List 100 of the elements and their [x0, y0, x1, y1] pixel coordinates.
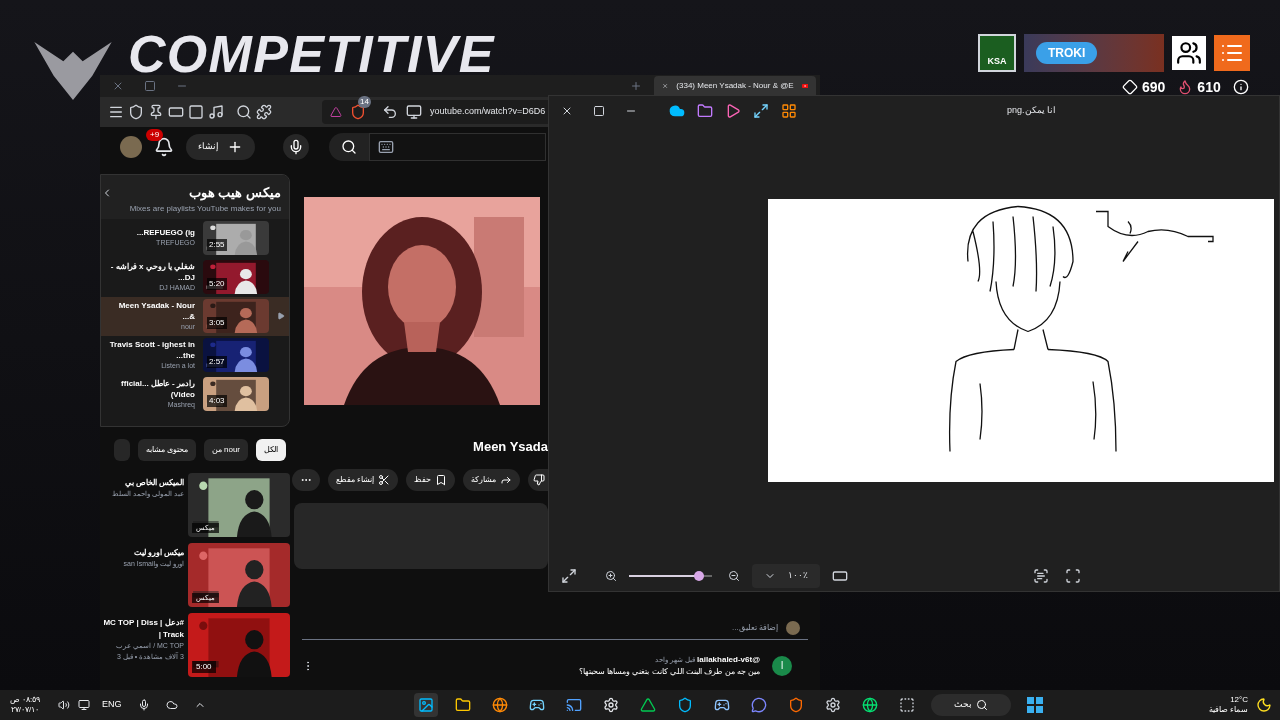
diamond-icon — [1122, 79, 1138, 95]
triangle-icon[interactable] — [330, 106, 342, 118]
list-button[interactable] — [1214, 35, 1250, 71]
sidebar-icon[interactable] — [188, 104, 204, 120]
bell-icon[interactable] — [154, 137, 174, 157]
mic-button[interactable] — [283, 134, 309, 160]
comment-field[interactable]: إضافة تعليق... — [732, 621, 778, 634]
zoom-in-icon[interactable] — [605, 570, 617, 582]
monitor-icon[interactable] — [406, 104, 422, 120]
team-badge: KSA — [978, 34, 1016, 72]
commenter-avatar: l — [772, 655, 792, 676]
users-icon — [1172, 36, 1206, 70]
music-icon[interactable] — [208, 104, 224, 120]
pin-icon[interactable] — [148, 104, 164, 120]
plus-icon — [227, 139, 243, 155]
comment-text: مين جه من طرف البنت اللي كانت بتغني ومساها سحبتها؟ — [578, 665, 760, 678]
window-icon[interactable] — [898, 697, 915, 713]
moon-icon — [1256, 697, 1272, 713]
cloud-icon[interactable] — [165, 699, 178, 711]
speaker-icon[interactable] — [58, 699, 70, 711]
filter-chip[interactable]: من nour — [203, 439, 248, 461]
tabs-icon[interactable] — [168, 104, 184, 120]
scan-text-icon[interactable] — [1033, 568, 1049, 584]
shield-icon[interactable] — [350, 104, 366, 120]
keyboard-icon[interactable] — [378, 139, 394, 155]
image-icon[interactable] — [417, 697, 434, 713]
shield-icon[interactable] — [787, 697, 804, 713]
browser-tab[interactable]: (334) Meen Ysadak - Nour & @E — [654, 76, 816, 96]
logo-text: COMPETITIVE — [128, 28, 495, 80]
monitor-icon[interactable] — [78, 699, 90, 711]
avatar — [786, 620, 800, 635]
zoom-value[interactable]: ١٠٠٪ — [788, 569, 808, 583]
share-button[interactable]: مشاركة — [463, 468, 520, 491]
mic-icon — [288, 139, 304, 155]
language-indicator[interactable]: ENG — [102, 698, 122, 712]
stat-value: 610 — [1197, 80, 1221, 94]
close-icon[interactable] — [561, 105, 573, 117]
video-title: Meen Ysada — [472, 438, 548, 456]
mic-icon[interactable] — [137, 699, 150, 711]
resize-icon[interactable] — [753, 103, 769, 119]
gamepad-icon[interactable] — [713, 697, 730, 713]
filter-chip[interactable]: الكل — [256, 439, 286, 461]
filter-chip[interactable]: محتوى مشابه — [137, 439, 196, 461]
search-button[interactable] — [329, 133, 369, 161]
grid-icon[interactable] — [781, 103, 797, 119]
folder-icon[interactable] — [697, 103, 713, 119]
video-title: #دعل | MC TOP | Diss Track | — [102, 617, 184, 641]
clip-button[interactable]: إنشاء مقطع — [327, 468, 398, 491]
create-button[interactable]: إنشاء — [186, 134, 255, 160]
clock-date[interactable]: ٢٧/٠٧/١٠ — [0, 705, 50, 715]
folder-icon[interactable] — [454, 697, 471, 713]
video-title: شغلي يا روحي x فراشه - DJ... — [109, 260, 195, 283]
playlist-subtitle: Mixes are playlists YouTube makes for you — [128, 202, 281, 215]
weather-text: سماء صافية — [1208, 705, 1248, 715]
chat-icon[interactable] — [750, 697, 767, 713]
windows-icon[interactable] — [1026, 697, 1043, 713]
gear-icon[interactable] — [824, 697, 841, 713]
expand-icon[interactable] — [561, 568, 577, 584]
gamepad-icon[interactable] — [528, 697, 545, 713]
cast-icon[interactable] — [565, 697, 582, 713]
shield-icon[interactable] — [676, 697, 693, 713]
avatar[interactable] — [120, 136, 142, 158]
video-title: Travis Scott - ighest in the... — [108, 338, 195, 361]
save-button[interactable]: حفظ — [406, 468, 455, 491]
info-icon[interactable] — [1232, 79, 1249, 95]
comment-author[interactable]: @lailakhaled-v6t — [697, 654, 760, 664]
play-icon[interactable] — [725, 103, 741, 119]
shield-icon[interactable] — [128, 104, 144, 120]
emblem-icon — [34, 42, 112, 100]
stat-value: 690 — [1142, 80, 1166, 94]
dislike-icon — [533, 473, 545, 486]
extensions-icon[interactable] — [256, 104, 272, 120]
new-tab-icon[interactable] — [630, 80, 642, 92]
search-icon[interactable] — [236, 104, 252, 120]
undo-icon[interactable] — [382, 104, 398, 120]
menu-icon[interactable] — [108, 104, 124, 120]
clock-time[interactable]: ٠٨:٥٩ ص — [0, 695, 50, 705]
duration: 2:57 — [207, 356, 227, 368]
search-field[interactable] — [369, 133, 546, 161]
duration: 2:55 — [207, 239, 227, 251]
zoom-slider[interactable] — [629, 571, 712, 581]
dislike-button[interactable] — [528, 468, 548, 491]
taskbar-search[interactable]: بحث — [930, 694, 1011, 716]
fit-icon[interactable] — [832, 568, 848, 584]
play-icon — [277, 312, 285, 320]
clip-icon — [378, 473, 390, 486]
zoom-out-icon[interactable] — [728, 570, 740, 582]
temperature: 12°C — [1229, 695, 1248, 705]
cloud-icon[interactable] — [669, 103, 685, 119]
play-logo-icon — [801, 82, 808, 90]
triangle-icon[interactable] — [639, 697, 656, 713]
globe-icon[interactable] — [491, 697, 508, 713]
save-icon — [435, 473, 447, 486]
search-icon — [975, 699, 988, 711]
globe-icon[interactable] — [861, 697, 878, 713]
duration: 4:03 — [207, 395, 227, 407]
scan-icon[interactable] — [1065, 568, 1081, 584]
player-banner: TROKI — [1024, 34, 1164, 72]
video-title: رادمر - عاطل ...fficial Video) — [120, 377, 195, 400]
gear-icon[interactable] — [602, 697, 619, 713]
